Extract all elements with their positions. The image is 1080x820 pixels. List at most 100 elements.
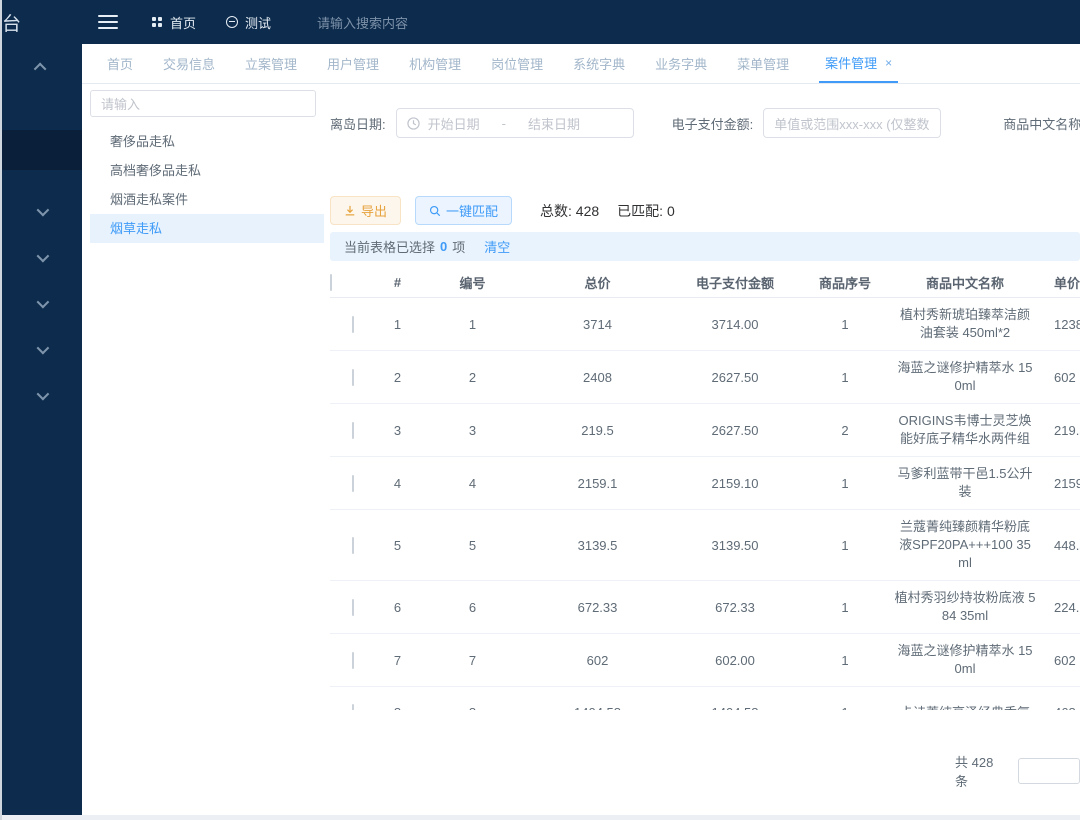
- cell-unit: 219.5: [1040, 423, 1080, 438]
- payment-amount-input[interactable]: 单值或范围xxx-xxx (仅整数: [763, 108, 941, 138]
- window-edge: [0, 0, 2, 820]
- selection-prefix: 当前表格已选择: [344, 237, 435, 256]
- chevron-down-icon: [36, 203, 49, 216]
- cell-code: 5: [420, 538, 525, 553]
- cell-code: 6: [420, 600, 525, 615]
- tree-item-0[interactable]: 奢侈品走私: [90, 127, 324, 156]
- tree-item-1[interactable]: 高档奢侈品走私: [90, 156, 324, 185]
- sidebar-item-expanded[interactable]: [0, 44, 82, 90]
- export-button[interactable]: 导出: [330, 196, 401, 225]
- app-logo-text: 台: [2, 9, 98, 36]
- cell-epay: 3714.00: [670, 317, 800, 332]
- table-toolbar: 导出 一键匹配 总数: 428 已匹配: 0: [330, 196, 675, 225]
- select-all-checkbox[interactable]: [330, 274, 332, 291]
- cell-code: 1: [420, 317, 525, 332]
- page-size-select[interactable]: [1018, 758, 1080, 784]
- nav-test[interactable]: 测试: [226, 13, 271, 32]
- tree-item-2[interactable]: 烟酒走私案件: [90, 185, 324, 214]
- clear-selection-link[interactable]: 清空: [484, 237, 510, 256]
- sidebar-item-3[interactable]: [0, 280, 82, 326]
- row-checkbox[interactable]: [352, 704, 354, 710]
- table-row: 2224082627.501海蓝之谜修护精萃水 150ml602: [330, 351, 1080, 404]
- product-name-filter-label: 商品中文名称:: [1003, 114, 1080, 133]
- tab-item-1[interactable]: 交易信息: [163, 44, 215, 83]
- main-area: 首页交易信息立案管理用户管理机构管理岗位管理系统字典业务字典菜单管理 案件管理 …: [82, 44, 1080, 820]
- sidebar-item-2[interactable]: [0, 234, 82, 280]
- close-icon[interactable]: ×: [885, 56, 892, 70]
- cell-total: 2159.1: [525, 476, 670, 491]
- tab-item-5[interactable]: 岗位管理: [491, 44, 543, 83]
- payment-filter-label: 电子支付金额:: [672, 114, 754, 133]
- col-index: #: [375, 275, 420, 290]
- row-checkbox[interactable]: [352, 475, 354, 492]
- row-checkbox[interactable]: [352, 652, 354, 669]
- tab-item-0[interactable]: 首页: [107, 44, 133, 83]
- tab-item-3[interactable]: 用户管理: [327, 44, 379, 83]
- tree-search-input[interactable]: 请输入: [90, 90, 316, 117]
- cell-unit: 468.19: [1040, 705, 1080, 710]
- cell-idx: 8: [375, 705, 420, 710]
- cell-name: ORIGINS韦博士灵芝焕能好底子精华水两件组: [890, 404, 1040, 456]
- sidebar-item-4[interactable]: [0, 326, 82, 372]
- download-icon: [344, 205, 356, 217]
- cell-unit: 2159.1: [1040, 476, 1080, 491]
- cell-total: 219.5: [525, 423, 670, 438]
- cell-total: 3139.5: [525, 538, 670, 553]
- cell-seq: 1: [800, 317, 890, 332]
- case-detail-panel: 离岛日期: 开始日期 - 结束日期 电子支付金额: 单值或范围xxx-xxx (…: [330, 84, 1080, 819]
- cell-total: 672.33: [525, 600, 670, 615]
- date-range-input[interactable]: 开始日期 - 结束日期: [396, 108, 634, 138]
- cell-epay: 602.00: [670, 653, 800, 668]
- minus-circle-icon: [226, 16, 238, 28]
- cell-code: 4: [420, 476, 525, 491]
- results-table: # 编号 总价 电子支付金额 商品序号 商品中文名称 单价 1137143714…: [330, 268, 1080, 710]
- sidebar-item-1[interactable]: [0, 188, 82, 234]
- clock-icon: [407, 117, 420, 130]
- sidebar-item-active[interactable]: [0, 130, 82, 170]
- col-name: 商品中文名称: [890, 273, 1040, 292]
- export-button-label: 导出: [361, 201, 387, 220]
- tab-item-2[interactable]: 立案管理: [245, 44, 297, 83]
- one-click-match-button[interactable]: 一键匹配: [415, 196, 512, 225]
- cell-total: 2408: [525, 370, 670, 385]
- cell-idx: 1: [375, 317, 420, 332]
- bottom-edge: [0, 815, 1080, 820]
- nav-home[interactable]: 首页: [152, 13, 196, 32]
- table-row: 1137143714.001植村秀新琥珀臻萃洁颜油套装 450ml*21238: [330, 298, 1080, 351]
- tree-item-3[interactable]: 烟草走私: [90, 214, 324, 243]
- row-checkbox[interactable]: [352, 422, 354, 439]
- global-search-input[interactable]: 请输入搜索内容: [317, 13, 408, 32]
- tab-item-4[interactable]: 机构管理: [409, 44, 461, 83]
- tab-item-6[interactable]: 系统字典: [573, 44, 625, 83]
- cell-code: 3: [420, 423, 525, 438]
- row-checkbox[interactable]: [352, 369, 354, 386]
- tab-active[interactable]: 案件管理 ×: [819, 44, 898, 83]
- chevron-down-icon: [36, 387, 49, 400]
- row-checkbox[interactable]: [352, 316, 354, 333]
- selection-info-bar: 当前表格已选择 0 项 清空: [330, 232, 1080, 261]
- cell-unit: 1238: [1040, 317, 1080, 332]
- cell-name: 兰蔻菁纯臻颜精华粉底液SPF20PA+++100 35 ml: [890, 510, 1040, 580]
- cell-idx: 7: [375, 653, 420, 668]
- cell-seq: 1: [800, 653, 890, 668]
- pagination: 共 428 条: [955, 752, 1080, 790]
- hamburger-menu-icon[interactable]: [98, 15, 118, 29]
- grid-icon: [152, 17, 163, 28]
- col-epay: 电子支付金额: [670, 273, 800, 292]
- sidebar-item-5[interactable]: [0, 372, 82, 418]
- total-count-text: 总数: 428: [540, 201, 599, 221]
- cell-idx: 5: [375, 538, 420, 553]
- cell-unit: 602: [1040, 653, 1080, 668]
- date-start-placeholder: 开始日期: [428, 114, 480, 133]
- date-end-placeholder: 结束日期: [528, 114, 580, 133]
- row-checkbox[interactable]: [352, 599, 354, 616]
- cell-code: 2: [420, 370, 525, 385]
- selection-count: 0: [440, 239, 447, 254]
- row-checkbox[interactable]: [352, 537, 354, 554]
- top-navbar: 台 首页 测试 请输入搜索内容: [0, 0, 1080, 44]
- cell-code: 8: [420, 705, 525, 710]
- date-separator: -: [502, 116, 506, 131]
- tab-item-7[interactable]: 业务字典: [655, 44, 707, 83]
- table-row: 66672.33672.331植村秀羽纱持妆粉底液 584 35ml224.11: [330, 581, 1080, 634]
- tab-item-8[interactable]: 菜单管理: [737, 44, 789, 83]
